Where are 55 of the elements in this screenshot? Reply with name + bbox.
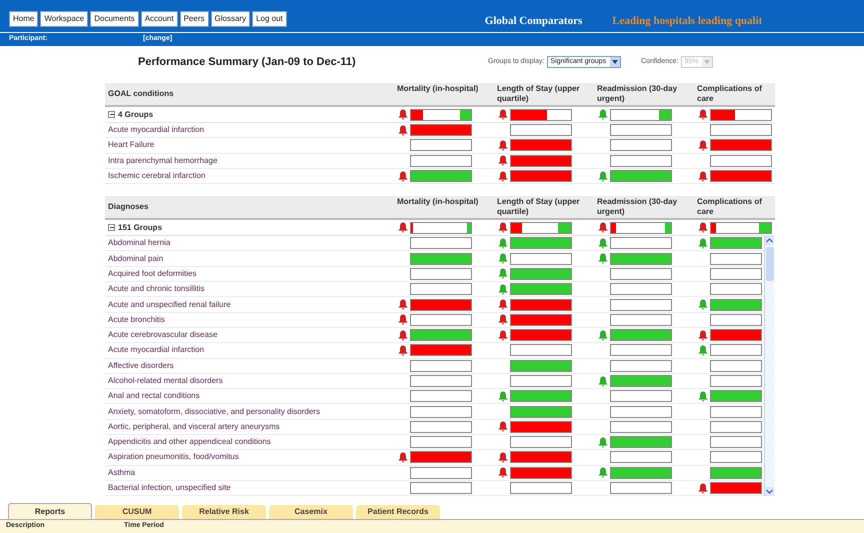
column-header: Length of Stay (upper quartile) — [496, 196, 581, 218]
condition-link[interactable]: Acute cerebrovascular disease — [105, 329, 395, 342]
section-title: GOAL conditions — [107, 88, 175, 100]
condition-link[interactable]: Acute myocardial infarction — [105, 344, 395, 356]
page-title: Performance Summary (Jan-09 to Dec-11) — [138, 54, 357, 70]
condition-link[interactable]: Ischemic cerebral infarction — [105, 170, 395, 182]
brand-name: Global Comparators — [484, 14, 582, 29]
condition-link[interactable]: Acute and chronic tonsillitis — [105, 283, 395, 296]
condition-link[interactable]: Acute and unspecified renal failure — [105, 298, 395, 311]
tab[interactable]: Relative Risk — [182, 505, 266, 519]
condition-link[interactable]: Abdominal hernia — [105, 237, 395, 250]
condition-link[interactable]: Bacterial infection, unspecified site — [105, 482, 395, 494]
condition-link[interactable]: Anal and rectal conditions — [105, 390, 395, 402]
nav-button[interactable]: Home — [9, 11, 38, 27]
condition-link[interactable]: Acquired foot deformities — [105, 268, 395, 280]
condition-link[interactable]: Heart Failure — [105, 139, 395, 152]
column-header: Complications of care — [696, 196, 763, 218]
column-header: Complications of care — [696, 83, 763, 105]
column-header: Length of Stay (upper quartile) — [496, 83, 581, 105]
condition-link[interactable]: Aspiration pneumonitis, food/vomitus — [105, 451, 395, 464]
nav-button[interactable]: Documents — [90, 11, 139, 27]
collapse-icon[interactable] — [108, 111, 115, 118]
tab[interactable]: Reports — [8, 503, 92, 519]
nav-button[interactable]: Peers — [180, 11, 208, 27]
condition-link[interactable]: Acute myocardial infarction — [105, 124, 395, 136]
scrollbar[interactable] — [764, 236, 774, 496]
condition-link[interactable]: Asthma — [105, 466, 395, 479]
column-header: Mortality (in-hospital) — [396, 196, 480, 208]
group-label: 4 Groups — [118, 108, 154, 120]
group-label: 151 Groups — [118, 222, 162, 234]
collapse-icon[interactable] — [108, 224, 115, 232]
column-header: Readmission (30-day urgent) — [596, 83, 678, 105]
dropdown-icon[interactable] — [610, 57, 620, 67]
nav-button[interactable]: Log out — [252, 11, 287, 27]
nav-button[interactable]: Account — [140, 11, 178, 27]
condition-link[interactable]: Appendicitis and other appendiceal conditions — [105, 436, 395, 448]
condition-link[interactable]: Abdominal pain — [105, 252, 395, 265]
section-title: Diagnoses — [107, 201, 150, 214]
condition-link[interactable]: Acute bronchitis — [105, 314, 395, 326]
tab[interactable]: CUSUM — [95, 505, 179, 519]
condition-link[interactable]: Affective disorders — [105, 360, 395, 372]
condition-link[interactable]: Aortic, peripheral, and visceral artery aneurysms — [105, 420, 395, 433]
scroll-down-icon[interactable] — [765, 487, 774, 496]
scroll-thumb[interactable] — [766, 247, 774, 282]
column-header: Mortality (in-hospital) — [396, 83, 480, 95]
condition-link[interactable]: Alcohol-related mental disorders — [105, 375, 395, 387]
tab[interactable]: Patient Records — [356, 505, 440, 519]
tab[interactable]: Casemix — [269, 505, 353, 519]
scroll-up-icon[interactable] — [765, 236, 774, 246]
nav-button[interactable]: Workspace — [40, 11, 88, 27]
condition-link[interactable]: Anxiety, somatoform, dissociative, and personality disorders — [105, 406, 395, 418]
tagline: Leading hospitals leading qualit — [612, 14, 762, 29]
column-header: Readmission (30-day urgent) — [596, 196, 678, 218]
nav-button[interactable]: Glossary — [210, 11, 250, 27]
condition-link[interactable]: Intra parenchymal hemorrhage — [105, 154, 395, 167]
